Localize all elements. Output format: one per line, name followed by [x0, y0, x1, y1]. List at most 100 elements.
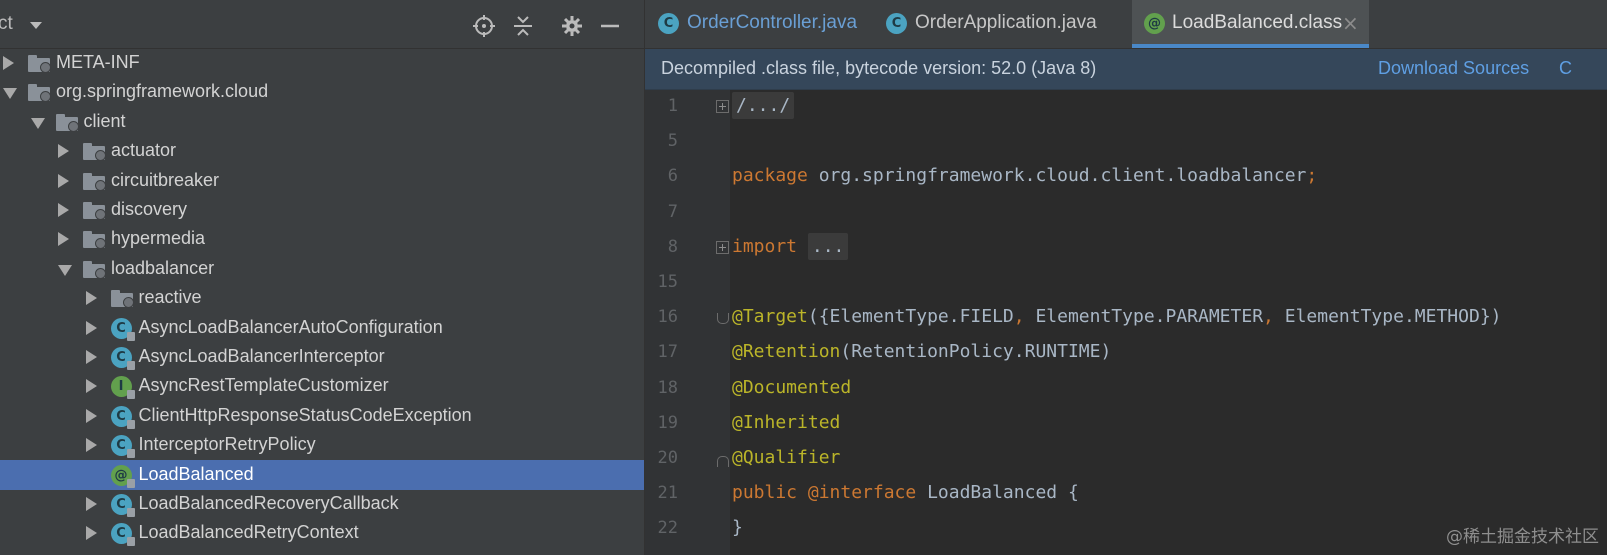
- chevron-right-icon[interactable]: [58, 203, 69, 217]
- tree-item-label: LoadBalancedRecoveryCallback: [138, 493, 399, 513]
- chevron-right-icon[interactable]: [85, 438, 97, 453]
- line-number: 19: [657, 412, 678, 433]
- code-token: FIELD: [959, 306, 1014, 328]
- tree-item-actuator[interactable]: actuator: [0, 136, 644, 166]
- decompiled-info-bar: Decompiled .class file, bytecode version…: [645, 49, 1607, 90]
- project-panel-title[interactable]: ct: [0, 13, 13, 35]
- tab-order-controller[interactable]: C OrderController.java: [645, 0, 872, 48]
- tree-item-discovery[interactable]: discovery: [0, 195, 644, 225]
- tree-item-clienthttpresponsestatuscodeexception[interactable]: C ClientHttpResponseStatusCodeException: [0, 401, 644, 431]
- tree-item-loadbalanced[interactable]: @ LoadBalanced: [0, 459, 644, 490]
- package-folder-icon: [110, 290, 134, 309]
- line-number: 18: [657, 377, 678, 398]
- code-text: @Inherited: [732, 412, 840, 433]
- tree-item-loadbalancer[interactable]: loadbalancer: [0, 254, 644, 284]
- chevron-right-icon[interactable]: [85, 379, 97, 394]
- code-line: 21 public @interface LoadBalanced {: [645, 477, 1607, 511]
- close-icon[interactable]: ×: [1342, 11, 1359, 35]
- tab-order-application[interactable]: C OrderApplication.java: [873, 0, 1131, 48]
- chevron-right-icon[interactable]: [58, 232, 69, 247]
- project-panel: ct META-INF org.springframework.cloud clie…: [0, 0, 645, 555]
- tab-label: OrderController.java: [687, 12, 858, 33]
- line-number: 20: [657, 448, 678, 468]
- tree-item-circuitbreaker[interactable]: circuitbreaker: [0, 166, 644, 196]
- tree-item-reactive[interactable]: reactive: [0, 283, 644, 313]
- tree-item-meta-inf[interactable]: META-INF: [0, 48, 644, 78]
- line-number: 8: [667, 236, 678, 257]
- tree-item-asyncresttemplatecustomizer[interactable]: I AsyncRestTemplateCustomizer: [0, 371, 644, 401]
- tab-load-balanced[interactable]: @ LoadBalanced.class ×: [1132, 0, 1369, 48]
- code-text: @Documented: [732, 377, 851, 398]
- line-number: 15: [657, 272, 678, 292]
- chevron-down-icon[interactable]: [58, 264, 72, 276]
- code-token: org.springframework.cloud.client.loadbal…: [818, 165, 1307, 187]
- code-line: 16 @Target({ElementType.FIELD, ElementTyp…: [645, 301, 1607, 335]
- chevron-right-icon[interactable]: [85, 526, 97, 541]
- tree-item-label: org.springframework.cloud: [56, 81, 269, 102]
- fold-expand-icon[interactable]: [716, 240, 729, 254]
- chevron-right-icon[interactable]: [85, 350, 97, 364]
- tree-item-label: hypermedia: [111, 228, 206, 249]
- package-folder-icon: [55, 113, 79, 132]
- fold-expand-icon[interactable]: [716, 100, 729, 113]
- code-line: 20 @Qualifier: [645, 442, 1607, 476]
- tree-item-hypermedia[interactable]: hypermedia: [0, 224, 644, 254]
- line-number: 7: [667, 201, 678, 222]
- class-icon: C: [110, 317, 135, 341]
- tree-item-loadbalancedrecoverycallback[interactable]: C LoadBalancedRecoveryCallback: [0, 489, 644, 519]
- annotation-icon: @: [110, 464, 135, 488]
- code-token: package: [732, 165, 819, 187]
- folded-region[interactable]: /.../: [732, 92, 795, 119]
- class-icon: C: [110, 523, 135, 547]
- chevron-right-icon[interactable]: [58, 144, 69, 159]
- code-line: 18 @Documented: [645, 372, 1607, 406]
- code-token: ElementType.: [1284, 306, 1415, 328]
- class-icon: C: [110, 494, 135, 517]
- line-number: 16: [657, 307, 678, 328]
- line-number: 22: [657, 518, 678, 539]
- code-text: package org.springframework.cloud.client…: [732, 165, 1317, 186]
- chevron-down-icon[interactable]: [30, 117, 45, 129]
- choose-sources-link[interactable]: C: [1559, 58, 1572, 79]
- line-number: 5: [667, 131, 678, 152]
- class-icon: C: [110, 435, 135, 459]
- tree-item-label: loadbalancer: [111, 257, 215, 278]
- minimize-icon[interactable]: [598, 14, 622, 38]
- annotation-icon: @: [1144, 13, 1165, 34]
- package-folder-icon: [28, 84, 51, 103]
- class-icon: C: [110, 405, 135, 429]
- tree-item-interceptorretrypolicy[interactable]: C InterceptorRetryPolicy: [0, 430, 644, 460]
- tree-item-asyncloadbalancerinterceptor[interactable]: C AsyncLoadBalancerInterceptor: [0, 342, 644, 372]
- code-token: METHOD: [1414, 306, 1480, 328]
- tree-item-asyncloadbalancerautoconfiguration[interactable]: C AsyncLoadBalancerAutoConfiguration: [0, 313, 644, 343]
- folded-region[interactable]: ...: [807, 232, 849, 260]
- chevron-right-icon[interactable]: [85, 408, 97, 423]
- chevron-right-icon[interactable]: [85, 291, 97, 306]
- code-token: @Inherited: [732, 411, 841, 433]
- tree-item-client[interactable]: client: [0, 107, 644, 137]
- package-folder-icon: [83, 231, 106, 250]
- code-token: public: [732, 482, 808, 504]
- locate-icon[interactable]: [472, 14, 496, 38]
- gear-icon[interactable]: [560, 14, 584, 38]
- chevron-right-icon[interactable]: [85, 497, 97, 511]
- tree-item-org-springframework-cloud[interactable]: org.springframework.cloud: [0, 77, 644, 107]
- chevron-right-icon[interactable]: [58, 173, 69, 188]
- download-sources-link[interactable]: Download Sources: [1378, 58, 1529, 79]
- fold-collapse-icon[interactable]: [717, 313, 729, 325]
- chevron-down-icon[interactable]: [3, 88, 17, 100]
- fold-end-icon[interactable]: [717, 456, 729, 467]
- tree-item-loadbalancedretrycontext[interactable]: C LoadBalancedRetryContext: [0, 518, 644, 548]
- code-text: @Qualifier: [732, 447, 840, 468]
- code-text: import ...: [732, 232, 849, 260]
- chevron-right-icon[interactable]: [85, 320, 97, 335]
- tree-item-label: META-INF: [56, 52, 140, 72]
- code-token: RUNTIME: [1024, 341, 1101, 363]
- line-number: 1: [667, 96, 678, 116]
- code-text: @Target({ElementType.FIELD, ElementType.…: [732, 306, 1502, 327]
- code-token: ,: [1013, 306, 1036, 328]
- chevron-down-icon[interactable]: [30, 22, 42, 29]
- package-folder-icon: [83, 260, 106, 279]
- chevron-right-icon[interactable]: [3, 56, 14, 70]
- collapse-all-icon[interactable]: [511, 14, 535, 38]
